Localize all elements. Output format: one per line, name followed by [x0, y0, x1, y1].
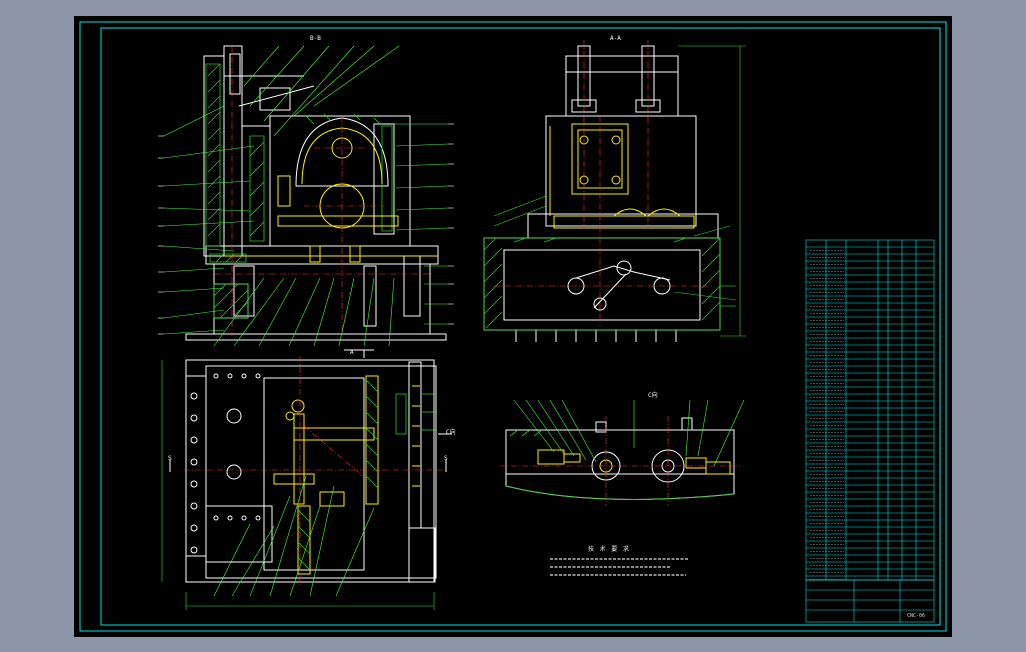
notes-lines	[550, 558, 688, 576]
notes-title: 技 术 要 求	[588, 546, 630, 553]
arrow-c-label: C向	[446, 429, 456, 436]
view-c	[500, 399, 745, 506]
cut-s-right: S	[444, 455, 448, 462]
cad-drawing	[79, 21, 947, 632]
parts-list	[805, 239, 935, 581]
view-section-bb	[158, 45, 454, 347]
inner-frame	[100, 27, 941, 626]
drawing-number: CNC-06	[907, 613, 926, 619]
drawing-sheet: B-B A-A C向 A C向 S S 技 术 要 求 CNC-06	[74, 16, 952, 637]
view-plan	[161, 349, 452, 610]
arrow-a-label: A	[350, 349, 354, 356]
view-section-aa	[483, 40, 746, 342]
section-c-title: C向	[648, 392, 658, 399]
section-aa-title: A-A	[610, 35, 621, 42]
section-bb-title: B-B	[310, 35, 321, 42]
cut-s-left: S	[168, 455, 172, 462]
